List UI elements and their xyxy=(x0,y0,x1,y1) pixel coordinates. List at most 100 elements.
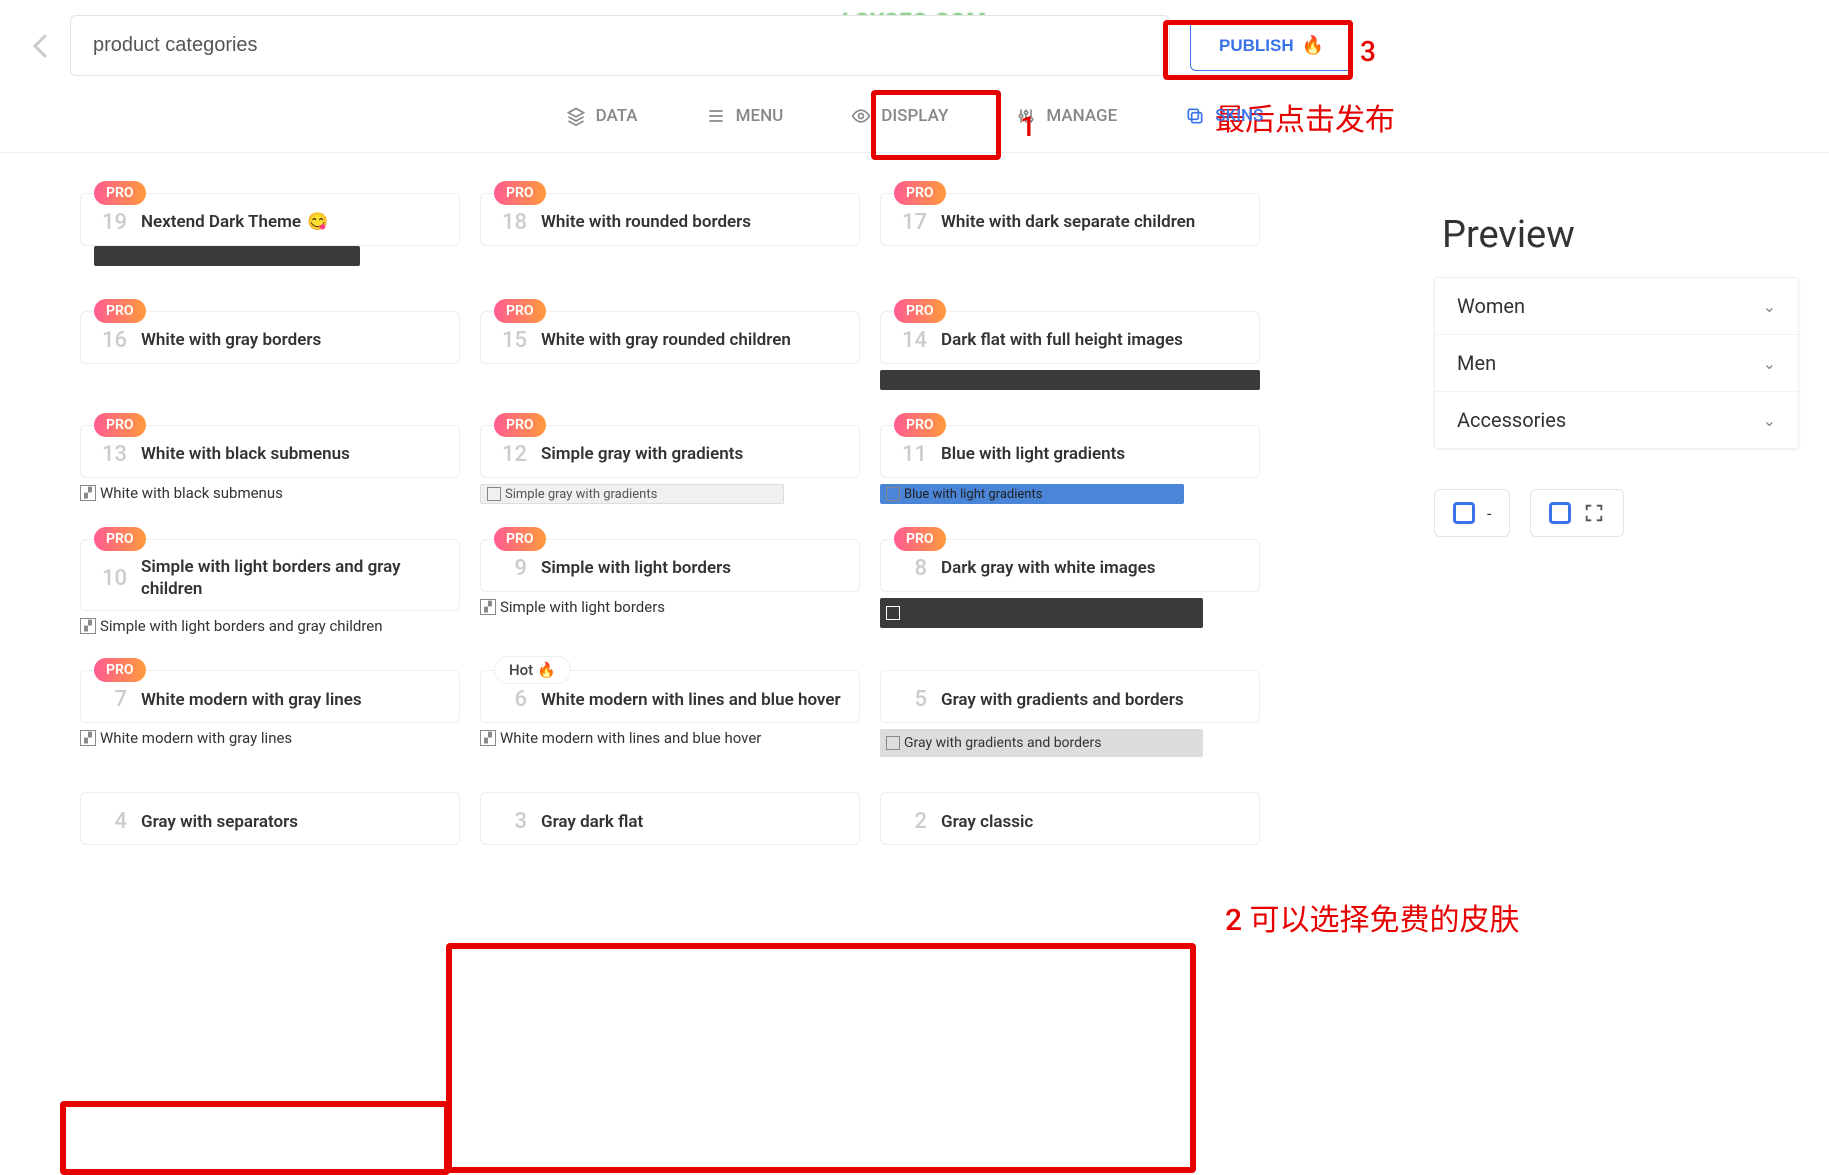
skin-card[interactable]: PRO12Simple gray with gradientsSimple gr… xyxy=(480,425,860,504)
skin-card[interactable]: Hot 🔥6White modern with lines and blue h… xyxy=(480,670,860,757)
chevron-down-icon: ⌄ xyxy=(1763,411,1776,430)
skin-name: Gray with gradients and borders xyxy=(941,689,1184,711)
skin-card[interactable]: PRO11Blue with light gradientsBlue with … xyxy=(880,425,1260,504)
back-button[interactable] xyxy=(20,26,60,66)
skin-card[interactable]: PRO7White modern with gray linesWhite mo… xyxy=(80,670,460,757)
skin-card-inner: 2 Gray classic xyxy=(880,792,1260,845)
skin-name: Simple with light borders xyxy=(541,557,731,579)
pro-badge: PRO xyxy=(494,299,546,323)
preview-panel: Preview Women ⌄ Men⌄ Accessories ⌄ - xyxy=(1409,153,1829,845)
publish-label: PUBLISH xyxy=(1219,36,1294,56)
tab-data[interactable]: DATA xyxy=(552,98,652,134)
tab-menu-label: MENU xyxy=(736,106,784,126)
skin-number: 6 xyxy=(499,687,527,712)
pro-badge: PRO xyxy=(894,181,946,205)
accordion-item[interactable]: Accessories ⌄ xyxy=(1435,392,1798,448)
tab-menu[interactable]: MENU xyxy=(692,98,798,134)
accordion-item[interactable]: Men⌄ xyxy=(1435,335,1798,392)
skin-name: Gray classic xyxy=(941,811,1033,833)
skin-card[interactable]: PRO10Simple with light borders and gray … xyxy=(80,539,460,635)
pro-badge: PRO xyxy=(494,527,546,551)
skin-name: Gray dark flat xyxy=(541,811,643,833)
accordion-item-label: Women xyxy=(1457,294,1525,318)
skin-number: 3 xyxy=(499,809,527,834)
skin-preview-bar: Simple gray with gradients xyxy=(480,484,784,504)
broken-image-icon xyxy=(480,599,496,615)
skin-card[interactable]: 2 Gray classic xyxy=(880,792,1260,845)
view-mode-label: - xyxy=(1487,504,1491,523)
skin-name: White modern with lines and blue hover xyxy=(541,689,841,711)
fire-icon: 🔥 xyxy=(537,661,556,679)
skin-name: Blue with light gradients xyxy=(941,443,1125,465)
skin-card-inner: 4Gray with separators xyxy=(80,792,460,845)
skin-card[interactable]: 4Gray with separators xyxy=(80,792,460,845)
skin-card[interactable]: 5Gray with gradients and bordersGray wit… xyxy=(880,670,1260,757)
broken-image-icon xyxy=(80,730,96,746)
skin-number: 7 xyxy=(99,687,127,712)
chevron-down-icon: ⌄ xyxy=(1763,297,1776,316)
annotation-number-2: 2 可以选择免费的皮肤 xyxy=(1225,895,1520,939)
title-input[interactable] xyxy=(70,15,1170,76)
skin-preview-bar: Gray with gradients and borders xyxy=(880,729,1203,757)
pro-badge: PRO xyxy=(894,527,946,551)
preview-title: Preview xyxy=(1442,213,1799,257)
skin-number: 12 xyxy=(499,442,527,467)
tab-data-label: DATA xyxy=(596,106,638,126)
skin-name: White with gray borders xyxy=(141,329,321,351)
broken-image-icon xyxy=(886,606,900,620)
pro-badge: PRO xyxy=(894,413,946,437)
skin-name: White with black submenus xyxy=(141,443,350,465)
preview-size-controls[interactable] xyxy=(1530,489,1624,537)
skin-number: 18 xyxy=(499,210,527,235)
tabs-bar: DATA MENU DISPLAY MANAGE SKINS xyxy=(0,86,1829,153)
skin-number: 2 xyxy=(899,809,927,834)
skin-card[interactable]: PRO14Dark flat with full height images xyxy=(880,311,1260,390)
publish-button[interactable]: PUBLISH 🔥 xyxy=(1190,20,1353,71)
skin-number: 14 xyxy=(899,328,927,353)
accordion-item-label: Accessories xyxy=(1457,408,1566,432)
annotation-number-1: 1 xyxy=(1020,110,1036,143)
tab-display-label: DISPLAY xyxy=(881,106,948,126)
skin-card[interactable]: PRO8Dark gray with white images xyxy=(880,539,1260,635)
skin-card-inner: 5Gray with gradients and borders xyxy=(880,670,1260,723)
copy-icon xyxy=(1185,106,1205,126)
skin-name: Simple gray with gradients xyxy=(541,443,743,465)
annotation-box-free-skins xyxy=(446,943,1196,1173)
broken-image-icon xyxy=(80,485,96,501)
skin-card[interactable]: PRO15White with gray rounded children xyxy=(480,311,860,390)
eye-icon xyxy=(851,106,871,126)
pro-badge: PRO xyxy=(94,299,146,323)
skin-preview-broken-image: White modern with lines and blue hover xyxy=(480,729,860,747)
tab-skins[interactable]: SKINS xyxy=(1171,98,1277,134)
skin-number: 13 xyxy=(99,442,127,467)
preview-accordion: Women ⌄ Men⌄ Accessories ⌄ xyxy=(1434,277,1799,449)
preview-view-mode[interactable]: - xyxy=(1434,489,1510,537)
broken-image-icon xyxy=(886,736,900,750)
annotation-box-gray-separators xyxy=(60,1101,450,1175)
skin-name: White modern with gray lines xyxy=(141,689,362,711)
skin-preview-broken-image: Simple with light borders and gray child… xyxy=(80,617,460,635)
skin-card[interactable]: PRO17White with dark separate children xyxy=(880,193,1260,276)
skin-card[interactable]: PRO18White with rounded borders xyxy=(480,193,860,276)
skin-preview-bar xyxy=(880,370,1260,390)
skin-preview-bar xyxy=(880,598,1203,628)
accordion-item[interactable]: Women ⌄ xyxy=(1435,278,1798,335)
skin-preview-broken-image: Simple with light borders xyxy=(480,598,860,616)
hot-badge: Hot 🔥 xyxy=(494,656,571,684)
skin-card[interactable]: PRO16White with gray borders xyxy=(80,311,460,390)
skin-name: White with dark separate children xyxy=(941,211,1195,233)
skin-card[interactable]: PRO19Nextend Dark Theme😋 xyxy=(80,193,460,276)
skin-card[interactable]: PRO9Simple with light bordersSimple with… xyxy=(480,539,860,635)
skin-number: 8 xyxy=(899,556,927,581)
skin-number: 11 xyxy=(899,442,927,467)
fire-icon: 🔥 xyxy=(1302,35,1324,56)
tab-display[interactable]: DISPLAY xyxy=(837,98,962,134)
skin-card[interactable]: PRO13White with black submenusWhite with… xyxy=(80,425,460,504)
skin-name: Gray with separators xyxy=(141,811,298,833)
skin-name: Nextend Dark Theme😋 xyxy=(141,211,328,233)
skin-preview-bar xyxy=(94,246,360,266)
skin-name: Dark gray with white images xyxy=(941,557,1156,579)
accordion-item-label: Men xyxy=(1457,351,1496,375)
skin-card[interactable]: 3 Gray dark flat xyxy=(480,792,860,845)
menu-icon xyxy=(706,106,726,126)
